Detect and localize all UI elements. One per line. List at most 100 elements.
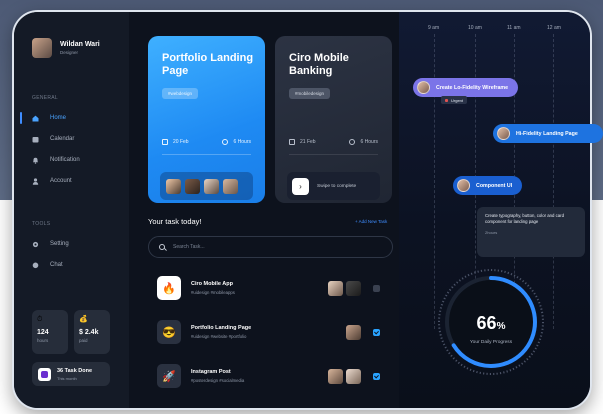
sidebar-item-setting[interactable]: Setting xyxy=(12,236,127,252)
stat-value: $ 2.4k xyxy=(79,329,99,336)
timeline-event-wireframe[interactable]: Create Lo-Fidelity Wireframe xyxy=(413,78,519,97)
avatar xyxy=(346,324,361,340)
profile-name: Wildan Wari xyxy=(60,41,100,48)
avatar xyxy=(328,280,343,296)
task-tags: #posterdesign #socialmedia xyxy=(191,378,245,383)
task-done-sub: This month xyxy=(57,375,77,381)
profile[interactable]: Wildan Wari Designer xyxy=(32,38,100,58)
avatar xyxy=(185,178,200,194)
sidebar-item-label: Notification xyxy=(50,157,80,163)
event-note: Create typography, button, color and car… xyxy=(477,207,585,257)
task-done-title: 36 Task Done xyxy=(57,367,93,374)
sidebar-item-label: Home xyxy=(50,115,67,121)
task-avatars xyxy=(311,280,361,296)
swipe-to-complete[interactable]: › Swipe to complete xyxy=(287,172,380,200)
tasks-title: Your task today! xyxy=(148,217,202,226)
timeline-gridline xyxy=(553,34,554,329)
task-checkbox[interactable] xyxy=(373,372,380,380)
chat-icon xyxy=(32,262,39,269)
stat-unit: hours xyxy=(37,338,49,343)
avatar xyxy=(166,178,181,194)
card-tag: #webdesign xyxy=(162,88,199,99)
card-hours: 6 Hours xyxy=(360,139,378,145)
project-card-ciro[interactable]: Ciro Mobile Banking #mobiledesign 21 Feb… xyxy=(275,36,392,203)
time-label: 12 am xyxy=(547,25,561,31)
task-done-summary[interactable]: 36 Task Done This month xyxy=(32,362,110,386)
task-tags: #uidesign #mobileapps xyxy=(191,290,235,295)
card-title: Ciro Mobile Banking xyxy=(289,52,349,77)
progress-value: 66% xyxy=(431,313,551,334)
sidebar-item-home[interactable]: Home xyxy=(12,110,127,126)
progress-label: Your Daily Progress xyxy=(469,340,513,345)
card-meta: 20 Feb 6 Hours xyxy=(162,139,251,145)
divider xyxy=(162,154,251,155)
search-input[interactable]: Search Task... xyxy=(148,236,393,258)
progress-number: 66 xyxy=(476,313,497,333)
list-item[interactable]: 🔥 Ciro Mobile App #uidesign #mobileapps xyxy=(157,275,387,301)
urgent-dot-icon xyxy=(445,98,448,102)
rocket-icon: 🚀 xyxy=(157,364,181,388)
avatar xyxy=(346,280,361,296)
task-avatars xyxy=(311,368,361,384)
avatar xyxy=(223,178,238,194)
progress-symbol: % xyxy=(496,321,506,332)
sidebar-item-chat[interactable]: Chat xyxy=(12,257,127,273)
sidebar-item-label: Account xyxy=(50,178,72,184)
note-hours: 2hours xyxy=(485,230,498,235)
sidebar-item-notification[interactable]: Notification xyxy=(12,152,127,168)
task-name: Ciro Mobile App xyxy=(191,281,233,287)
avatar xyxy=(457,179,470,192)
general-label: GENERAL xyxy=(32,95,58,101)
list-item[interactable]: 🚀 Instagram Post #posterdesign #socialme… xyxy=(157,363,387,389)
sidebar-item-calendar[interactable]: Calendar xyxy=(12,131,127,147)
card-date: 20 Feb xyxy=(173,139,189,145)
task-tags: #uidesign #website #portfolio xyxy=(191,334,247,339)
money-bag-icon: 💰 xyxy=(79,316,88,323)
event-label: Create Lo-Fidelity Wireframe xyxy=(436,84,509,91)
add-task-button[interactable]: + Add New Task xyxy=(355,219,387,224)
gear-icon xyxy=(32,241,39,248)
sidebar-item-label: Setting xyxy=(50,241,69,247)
timeline-event-hifi[interactable]: Hi-Fidelity Landing Page xyxy=(493,124,603,143)
project-card-portfolio[interactable]: Portfolio Landing Page #webdesign 20 Feb… xyxy=(148,36,265,203)
profile-role: Designer xyxy=(60,50,79,55)
avatar xyxy=(417,81,430,94)
avatar xyxy=(204,178,219,194)
card-hours: 6 Hours xyxy=(233,139,251,145)
task-avatars xyxy=(311,324,361,340)
swipe-label: Swipe to complete xyxy=(317,183,357,189)
stat-unit: paid xyxy=(79,338,88,343)
card-date: 21 Feb xyxy=(300,139,316,145)
timeline-event-component[interactable]: Component UI xyxy=(453,176,523,195)
event-label: Hi-Fidelity Landing Page xyxy=(516,130,578,137)
urgent-label: Urgent xyxy=(451,97,464,103)
task-done-icon xyxy=(38,367,51,381)
task-checkbox[interactable] xyxy=(373,328,380,336)
time-label: 11 am xyxy=(507,25,521,31)
event-label: Component UI xyxy=(476,182,513,189)
bell-icon xyxy=(32,157,39,164)
urgent-badge: Urgent xyxy=(441,96,468,104)
user-icon xyxy=(32,177,39,185)
search-placeholder: Search Task... xyxy=(173,244,205,250)
stat-value: 124 xyxy=(37,329,49,336)
list-item[interactable]: 😎 Portfolio Landing Page #uidesign #webs… xyxy=(157,319,387,345)
calendar-icon xyxy=(162,139,168,145)
calendar-icon xyxy=(32,136,39,143)
chevron-right-icon[interactable]: › xyxy=(292,177,309,195)
team-avatars xyxy=(160,172,253,200)
fire-icon: 🔥 xyxy=(157,276,181,300)
stat-paid: 💰 $ 2.4k paid xyxy=(74,310,110,354)
task-checkbox[interactable] xyxy=(373,284,380,292)
search-icon xyxy=(159,244,165,250)
avatar xyxy=(346,368,361,384)
task-name: Portfolio Landing Page xyxy=(191,325,252,331)
note-text: Create typography, button, color and car… xyxy=(485,213,564,224)
card-title: Portfolio Landing Page xyxy=(162,52,254,77)
task-name: Instagram Post xyxy=(191,369,231,375)
sidebar-item-account[interactable]: Account xyxy=(12,173,127,189)
clock-icon: ⏱ xyxy=(37,316,43,323)
card-tag: #mobiledesign xyxy=(289,88,331,99)
avatar xyxy=(497,127,510,140)
card-meta: 21 Feb 6 Hours xyxy=(289,139,378,145)
